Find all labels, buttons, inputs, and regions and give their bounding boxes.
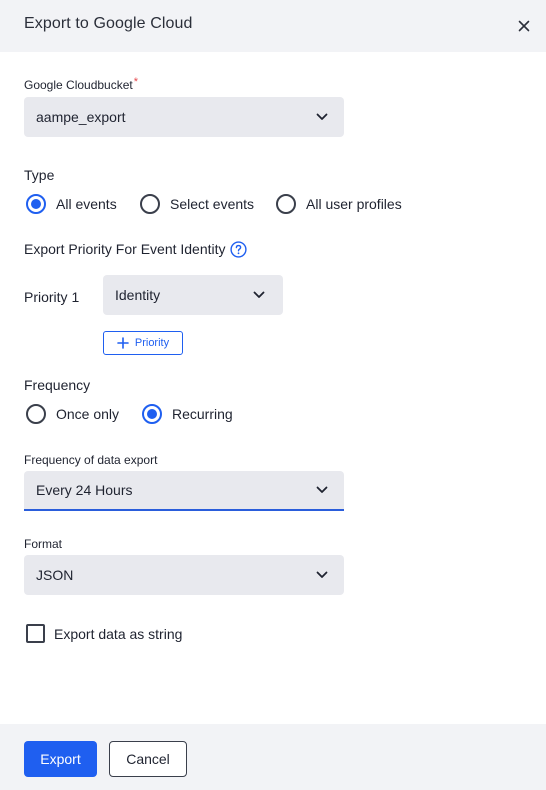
- add-priority-button[interactable]: Priority: [103, 331, 183, 355]
- radio-all-user-profiles-label: All user profiles: [306, 196, 402, 212]
- radio-select-events-control[interactable]: [140, 194, 160, 214]
- close-button[interactable]: [512, 14, 536, 38]
- close-icon: [518, 20, 530, 32]
- format-label: Format: [24, 537, 63, 551]
- export-as-string-option[interactable]: Export data as string: [26, 624, 182, 643]
- export-button[interactable]: Export: [24, 741, 97, 777]
- export-frequency-value: Every 24 Hours: [36, 482, 133, 498]
- radio-recurring-control[interactable]: [142, 404, 162, 424]
- priority-1-select-value: Identity: [115, 287, 161, 303]
- radio-all-user-profiles[interactable]: All user profiles: [276, 192, 402, 216]
- dialog-title: Export to Google Cloud: [24, 15, 193, 32]
- priority-1-label: Priority 1: [24, 289, 80, 305]
- format-select[interactable]: JSON: [24, 555, 344, 595]
- type-label: Type: [24, 167, 55, 183]
- export-frequency-select[interactable]: Every 24 Hours: [24, 471, 344, 511]
- frequency-label: Frequency: [24, 377, 91, 393]
- dialog-footer: Export Cancel: [0, 724, 546, 790]
- dialog-header: Export to Google Cloud: [0, 0, 546, 52]
- radio-all-events-control[interactable]: [26, 194, 46, 214]
- export-frequency-label: Frequency of data export: [24, 453, 158, 467]
- bucket-label-text: Google Cloudbucket: [24, 78, 133, 92]
- radio-once-only-control[interactable]: [26, 404, 46, 424]
- bucket-select[interactable]: aampe_export: [24, 97, 344, 137]
- radio-all-events[interactable]: All events: [26, 192, 117, 216]
- bucket-label: Google Cloudbucket*: [24, 76, 139, 92]
- chevron-down-icon: [316, 113, 328, 120]
- chevron-down-icon: [316, 486, 328, 493]
- radio-once-only[interactable]: Once only: [26, 402, 119, 426]
- radio-all-events-label: All events: [56, 196, 117, 212]
- radio-recurring[interactable]: Recurring: [142, 402, 233, 426]
- format-select-value: JSON: [36, 567, 74, 583]
- radio-select-events-label: Select events: [170, 196, 255, 212]
- priority-heading: Export Priority For Event Identity: [24, 241, 226, 257]
- required-mark: *: [133, 76, 139, 88]
- chevron-down-icon: [316, 571, 328, 578]
- priority-1-select[interactable]: Identity: [103, 275, 283, 315]
- radio-once-only-label: Once only: [56, 406, 120, 422]
- help-circle-icon[interactable]: [230, 241, 247, 258]
- cancel-button[interactable]: Cancel: [109, 741, 187, 777]
- chevron-down-icon: [253, 291, 265, 298]
- export-as-string-checkbox[interactable]: [26, 624, 45, 643]
- bucket-select-value: aampe_export: [36, 109, 126, 125]
- add-priority-label: Priority: [134, 337, 170, 349]
- radio-all-user-profiles-control[interactable]: [276, 194, 296, 214]
- plus-icon: [117, 337, 129, 349]
- radio-recurring-label: Recurring: [172, 406, 233, 422]
- radio-select-events[interactable]: Select events: [140, 192, 254, 216]
- export-as-string-label: Export data as string: [54, 625, 183, 642]
